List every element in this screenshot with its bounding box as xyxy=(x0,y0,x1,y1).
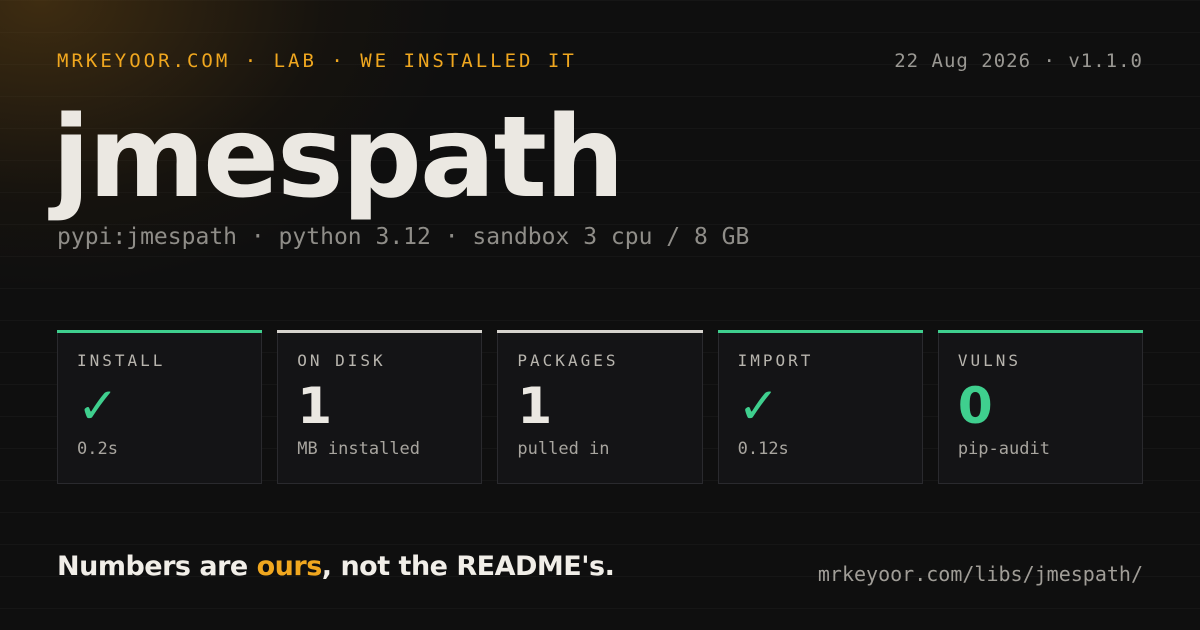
stat-value: 1 xyxy=(297,377,332,435)
stat-label: INSTALL xyxy=(77,351,166,370)
tagline-end: , not the README's. xyxy=(321,551,615,582)
stat-card-import: IMPORT ✓ 0.12s xyxy=(717,330,923,484)
package-details: pypi:jmespath · python 3.12 · sandbox 3 … xyxy=(57,224,750,250)
stat-card-on-disk: ON DISK 1 MB installed xyxy=(277,330,483,484)
site-kicker: MRKEYOOR.COM · LAB · WE INSTALLED IT xyxy=(57,50,577,72)
tagline-start: Numbers are xyxy=(57,551,257,582)
card-accent-bar xyxy=(937,330,1144,333)
stat-label: IMPORT xyxy=(737,351,814,370)
checkmark-icon: ✓ xyxy=(737,377,780,435)
card-accent-bar xyxy=(57,330,263,333)
stat-card-packages: PACKAGES 1 pulled in xyxy=(497,330,703,484)
stats-row: INSTALL ✓ 0.2s ON DISK 1 MB installed PA… xyxy=(57,330,1144,484)
stat-value: 0 xyxy=(957,377,993,435)
stat-label: PACKAGES xyxy=(517,351,619,370)
date-version: 22 Aug 2026 · v1.1.0 xyxy=(894,50,1143,72)
stat-card-vulns: VULNS 0 pip-audit xyxy=(937,330,1144,484)
header-bar: MRKEYOOR.COM · LAB · WE INSTALLED IT 22 … xyxy=(57,48,1143,74)
checkmark-icon: ✓ xyxy=(77,377,119,435)
stat-card-install: INSTALL ✓ 0.2s xyxy=(57,330,263,484)
tagline: Numbers are ours, not the README's. xyxy=(57,551,615,582)
stat-label: ON DISK xyxy=(297,351,386,370)
stat-sub: MB installed xyxy=(297,439,421,459)
page-url: mrkeyoor.com/libs/jmespath/ xyxy=(817,562,1143,586)
stat-sub: pip-audit xyxy=(957,439,1050,459)
stat-label: VULNS xyxy=(957,351,1021,370)
card-accent-bar xyxy=(277,330,483,333)
stat-sub: 0.12s xyxy=(737,439,789,459)
stat-sub: 0.2s xyxy=(77,439,118,459)
card-accent-bar xyxy=(497,330,703,333)
tagline-highlight: ours xyxy=(256,551,323,582)
stat-sub: pulled in xyxy=(517,439,610,459)
card-accent-bar xyxy=(717,330,923,333)
stat-value: 1 xyxy=(517,377,553,435)
package-title: jmespath xyxy=(52,93,625,223)
